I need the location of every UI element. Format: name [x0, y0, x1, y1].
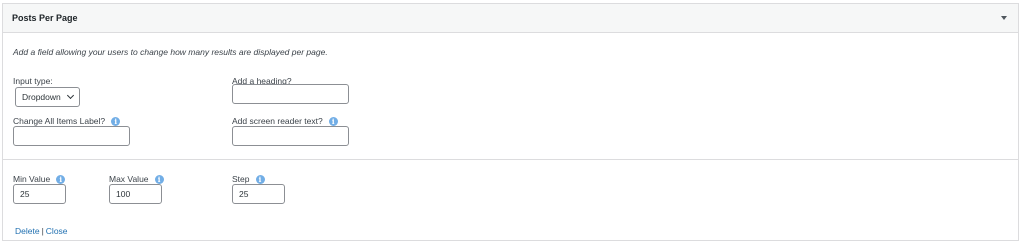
info-icon[interactable]: i — [255, 174, 265, 184]
min-value-label: Min Value i — [13, 174, 66, 184]
min-value-label-text: Min Value — [13, 174, 51, 184]
max-value-input[interactable] — [109, 184, 162, 204]
min-value-input[interactable] — [13, 184, 66, 204]
info-icon[interactable]: i — [111, 116, 121, 126]
all-items-label: Change All Items Label? i — [13, 116, 121, 126]
input-type-select[interactable]: Dropdown — [15, 87, 80, 107]
input-type-label: Input type: — [13, 76, 53, 86]
panel-header[interactable]: Posts Per Page — [3, 4, 1018, 33]
all-items-label-text: Change All Items Label? — [13, 116, 106, 126]
heading-input[interactable] — [232, 84, 349, 104]
chevron-down-icon — [66, 91, 75, 100]
screen-reader-input[interactable] — [232, 126, 349, 146]
delete-link[interactable]: Delete — [15, 226, 40, 236]
max-value-label: Max Value i — [109, 174, 164, 184]
all-items-label-input[interactable] — [13, 126, 130, 146]
step-label-text: Step — [232, 174, 250, 184]
info-icon[interactable]: i — [154, 174, 164, 184]
input-type-selected-value: Dropdown — [22, 92, 61, 102]
max-value-label-text: Max Value — [109, 174, 149, 184]
info-icon[interactable]: i — [328, 116, 338, 126]
info-icon[interactable]: i — [56, 174, 66, 184]
triangle-down-icon[interactable] — [1001, 16, 1007, 20]
screen-reader-label-text: Add screen reader text? — [232, 116, 323, 126]
section-divider — [3, 159, 1018, 160]
posts-per-page-panel: Posts Per Page Add a field allowing your… — [2, 3, 1019, 241]
step-label: Step i — [232, 174, 265, 184]
screen-reader-label: Add screen reader text? i — [232, 116, 338, 126]
input-type-label-text: Input type: — [13, 76, 53, 86]
panel-title: Posts Per Page — [12, 13, 78, 23]
close-link[interactable]: Close — [46, 226, 68, 236]
panel-actions: Delete | Close — [15, 226, 68, 236]
action-separator: | — [41, 226, 44, 236]
panel-description: Add a field allowing your users to chang… — [13, 47, 328, 57]
step-input[interactable] — [232, 184, 285, 204]
